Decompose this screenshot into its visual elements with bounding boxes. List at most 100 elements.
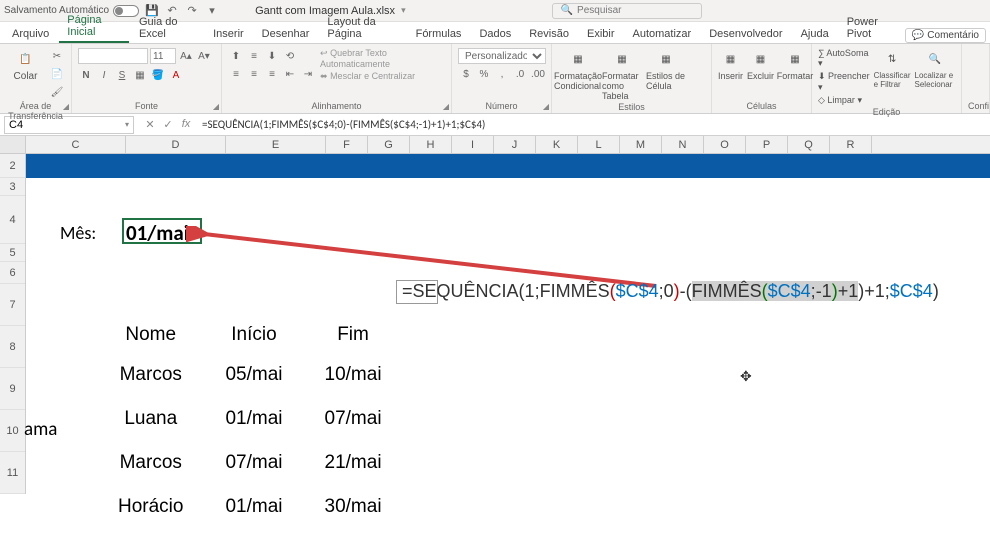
col-header[interactable]: C [26,136,126,153]
border-icon[interactable]: ▦ [132,67,148,83]
decrease-decimal-icon[interactable]: .00 [530,66,546,82]
enter-icon[interactable]: ✓ [160,118,176,131]
row-header[interactable]: 10 [0,410,25,452]
tab-data[interactable]: Dados [471,25,519,43]
tab-review[interactable]: Revisão [521,25,577,43]
row-header[interactable]: 2 [0,154,25,178]
number-launcher-icon[interactable]: ◢ [543,102,549,111]
col-header[interactable]: I [452,136,494,153]
sort-filter-button[interactable]: ⇅Classificar e Filtrar [874,48,911,89]
font-color-icon[interactable]: A [168,67,184,83]
number-format-select[interactable]: Personalizado [458,48,546,64]
row-header[interactable]: 5 [0,244,25,262]
find-icon: 🔍 [924,48,946,70]
col-header[interactable]: D [126,136,226,153]
format-painter-icon[interactable]: 🖌 [49,84,65,100]
qat-dropdown-icon[interactable]: ▾ [205,4,219,18]
conditional-format-button[interactable]: ▦Formatação Condicional [558,48,598,91]
toggle-switch[interactable] [113,5,139,17]
merge-button[interactable]: ⬌ Mesclar e Centralizar [320,71,445,82]
tab-draw[interactable]: Desenhar [254,25,318,43]
percent-icon[interactable]: % [476,66,492,82]
col-header[interactable]: J [494,136,536,153]
row-header[interactable]: 4 [0,196,25,244]
find-select-button[interactable]: 🔍Localizar e Selecionar [915,48,956,89]
col-header[interactable]: K [536,136,578,153]
tab-page-layout[interactable]: Layout da Página [319,13,405,43]
align-right-icon[interactable]: ≡ [264,66,280,82]
row-header[interactable]: 7 [0,284,25,326]
comments-button[interactable]: 💬 Comentário [905,28,986,43]
currency-icon[interactable]: $ [458,66,474,82]
orientation-icon[interactable]: ⟲ [282,48,298,64]
col-header[interactable]: F [326,136,368,153]
col-header[interactable]: G [368,136,410,153]
cells-area[interactable]: Mês: 01/mai =SEQUÊNCIA(1;FIMMÊS($C$4;0)-… [26,154,990,494]
tab-excel-guide[interactable]: Guia do Excel [131,13,203,43]
name-box-dropdown-icon[interactable]: ▾ [125,120,129,129]
font-name-select[interactable] [78,48,148,64]
clear-button[interactable]: ◇ Limpar ▾ [818,95,870,106]
col-header[interactable]: E [226,136,326,153]
col-header[interactable]: O [704,136,746,153]
insert-cells-button[interactable]: ▦Inserir [718,48,743,81]
align-left-icon[interactable]: ≡ [228,66,244,82]
fill-color-icon[interactable]: 🪣 [150,67,166,83]
cell-styles-button[interactable]: ▦Estilos de Célula [646,48,686,91]
italic-icon[interactable]: I [96,67,112,83]
alignment-launcher-icon[interactable]: ◢ [443,102,449,111]
clipboard-launcher-icon[interactable]: ◢ [63,102,69,111]
indent-increase-icon[interactable]: ⇥ [300,66,316,82]
tab-help[interactable]: Ajuda [793,25,837,43]
align-center-icon[interactable]: ≡ [246,66,262,82]
formula-input[interactable]: =SEQUÊNCIA(1;FIMMÊS($C$4;0)-(FIMMÊS($C$4… [198,117,990,132]
cut-icon[interactable]: ✂ [49,48,65,64]
col-header[interactable]: H [410,136,452,153]
tab-formulas[interactable]: Fórmulas [408,25,470,43]
font-launcher-icon[interactable]: ◢ [213,102,219,111]
format-table-button[interactable]: ▦Formatar como Tabela [602,48,642,101]
col-header[interactable]: R [830,136,872,153]
underline-icon[interactable]: S [114,67,130,83]
row-header[interactable]: 6 [0,262,25,284]
search-input[interactable]: 🔍 Pesquisar [552,3,702,19]
bold-icon[interactable]: N [78,67,94,83]
row-header[interactable]: 3 [0,178,25,196]
comma-icon[interactable]: , [494,66,510,82]
col-header[interactable]: P [746,136,788,153]
increase-decimal-icon[interactable]: .0 [512,66,528,82]
align-middle-icon[interactable]: ≡ [246,48,262,64]
col-header[interactable]: L [578,136,620,153]
tab-file[interactable]: Arquivo [4,25,57,43]
col-header[interactable]: N [662,136,704,153]
align-bottom-icon[interactable]: ⬇ [264,48,280,64]
cancel-icon[interactable]: ✕ [142,118,158,131]
tab-automate[interactable]: Automatizar [625,25,700,43]
ribbon: 📋 Colar ✂ 📄 🖌 Área de Transferência ◢ A▴… [0,44,990,114]
tab-view[interactable]: Exibir [579,25,623,43]
copy-icon[interactable]: 📄 [49,66,65,82]
fx-icon[interactable]: fx [178,118,194,131]
decrease-font-icon[interactable]: A▾ [196,48,212,64]
col-header[interactable]: Q [788,136,830,153]
col-header[interactable]: M [620,136,662,153]
autosum-button[interactable]: ∑ AutoSoma ▾ [818,48,870,69]
wrap-text-button[interactable]: ↩ Quebrar Texto Automaticamente [320,48,445,69]
row-header[interactable]: 11 [0,452,25,494]
indent-decrease-icon[interactable]: ⇤ [282,66,298,82]
tab-power-pivot[interactable]: Power Pivot [839,13,903,43]
tab-insert[interactable]: Inserir [205,25,252,43]
font-size-select[interactable] [150,48,176,64]
increase-font-icon[interactable]: A▴ [178,48,194,64]
paste-button[interactable]: 📋 Colar [6,48,45,82]
grid: C D E F G H I J K L M N O P Q R 2 3 4 5 … [0,136,990,494]
select-all-corner[interactable] [0,136,26,153]
delete-cells-button[interactable]: ▦Excluir [747,48,774,81]
row-header[interactable]: 9 [0,368,25,410]
align-top-icon[interactable]: ⬆ [228,48,244,64]
tab-developer[interactable]: Desenvolvedor [701,25,790,43]
paste-icon: 📋 [15,48,37,70]
format-cells-button[interactable]: ▦Formatar [778,48,812,81]
fill-button[interactable]: ⬇ Preencher ▾ [818,71,870,93]
row-header[interactable]: 8 [0,326,25,368]
